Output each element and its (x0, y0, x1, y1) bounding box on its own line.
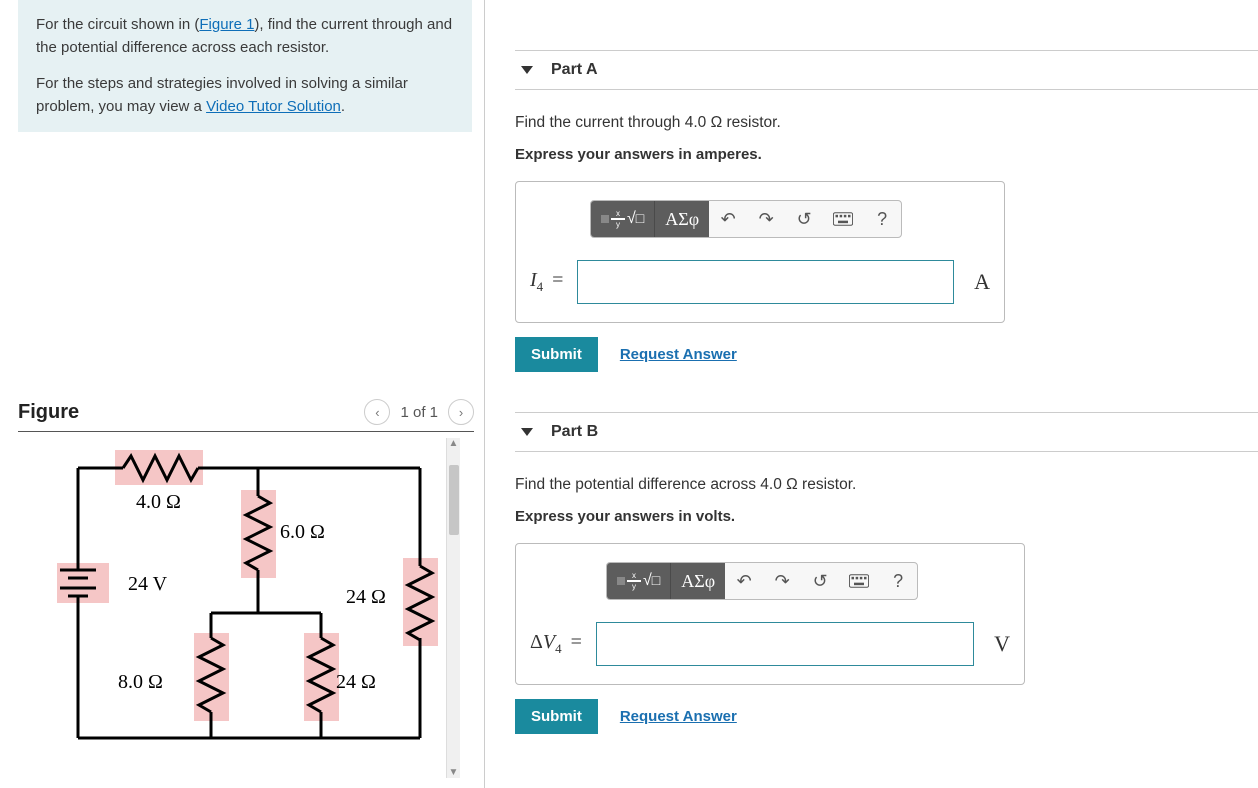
label-r24a: 24 Ω (346, 586, 386, 608)
label-r24b: 24 Ω (336, 671, 376, 693)
scroll-up-icon[interactable]: ▲ (449, 438, 459, 449)
figure-scrollbar[interactable]: ▲ ▼ (446, 438, 460, 778)
label-r8: 8.0 Ω (118, 671, 163, 693)
redo-button[interactable]: ↷ (763, 563, 801, 599)
figure-link[interactable]: Figure 1 (199, 16, 254, 33)
unit-label: V (994, 631, 1010, 657)
label-r4: 4.0 Ω (136, 491, 181, 513)
unit-label: A (974, 269, 990, 295)
part-b-submit-button[interactable]: Submit (515, 699, 598, 734)
help-button[interactable]: ? (863, 201, 901, 237)
part-a-instructions: Express your answers in amperes. (515, 146, 1258, 163)
part-a-answer-box: xy□ ΑΣφ ↶ ↷ ↺ ? I4 = A (515, 181, 1005, 323)
undo-button[interactable]: ↶ (709, 201, 747, 237)
template-fraction-button[interactable]: xy□ (591, 201, 655, 237)
part-a-request-answer-link[interactable]: Request Answer (620, 346, 737, 363)
caret-down-icon (521, 428, 533, 436)
figure-section: Figure ‹ 1 of 1 › (18, 391, 474, 778)
intro-text: For the circuit shown in ( (36, 16, 199, 33)
pager-label: 1 of 1 (400, 404, 438, 421)
keyboard-button[interactable] (823, 201, 863, 237)
reset-button[interactable]: ↺ (785, 201, 823, 237)
part-b-prompt: Find the potential difference across 4.0… (515, 476, 1258, 494)
part-a-prompt: Find the current through 4.0 Ω resistor. (515, 114, 1258, 132)
variable-label: I4 = (530, 269, 567, 295)
part-b-block: Part B Find the potential difference acr… (515, 412, 1258, 734)
scroll-down-icon[interactable]: ▼ (449, 767, 459, 778)
variable-label: ΔV4 = (530, 631, 586, 657)
part-b-request-answer-link[interactable]: Request Answer (620, 708, 737, 725)
label-r6: 6.0 Ω (280, 521, 325, 543)
intro-text: . (341, 98, 345, 115)
help-button[interactable]: ? (879, 563, 917, 599)
keyboard-button[interactable] (839, 563, 879, 599)
figure-title: Figure (18, 401, 79, 424)
next-figure-button[interactable]: › (448, 399, 474, 425)
part-a-submit-button[interactable]: Submit (515, 337, 598, 372)
figure-pager: ‹ 1 of 1 › (364, 399, 474, 425)
equation-toolbar: xy□ ΑΣφ ↶ ↷ ↺ ? (606, 562, 918, 600)
greek-symbols-button[interactable]: ΑΣφ (671, 563, 725, 599)
part-b-answer-box: xy□ ΑΣφ ↶ ↷ ↺ ? ΔV4 = V (515, 543, 1025, 685)
part-a-block: Part A Find the current through 4.0 Ω re… (515, 50, 1258, 372)
part-a-title: Part A (551, 61, 598, 79)
part-b-title: Part B (551, 423, 598, 441)
greek-symbols-button[interactable]: ΑΣφ (655, 201, 709, 237)
circuit-diagram: 4.0 Ω 6.0 Ω 24 V 24 Ω 8.0 Ω 24 Ω (18, 438, 448, 758)
caret-down-icon (521, 66, 533, 74)
label-v24: 24 V (128, 573, 168, 595)
part-b-answer-input[interactable] (596, 622, 974, 666)
template-fraction-button[interactable]: xy□ (607, 563, 671, 599)
undo-button[interactable]: ↶ (725, 563, 763, 599)
part-b-instructions: Express your answers in volts. (515, 508, 1258, 525)
scroll-thumb[interactable] (449, 465, 459, 535)
right-panel: Part A Find the current through 4.0 Ω re… (485, 0, 1258, 788)
equation-toolbar: xy□ ΑΣφ ↶ ↷ ↺ ? (590, 200, 902, 238)
problem-intro: For the circuit shown in (Figure 1), fin… (18, 0, 472, 132)
prev-figure-button[interactable]: ‹ (364, 399, 390, 425)
part-a-header[interactable]: Part A (515, 50, 1258, 90)
left-panel: For the circuit shown in (Figure 1), fin… (0, 0, 485, 788)
part-b-header[interactable]: Part B (515, 412, 1258, 452)
part-a-answer-input[interactable] (577, 260, 954, 304)
figure-viewport: 4.0 Ω 6.0 Ω 24 V 24 Ω 8.0 Ω 24 Ω ▲ ▼ (18, 438, 474, 778)
redo-button[interactable]: ↷ (747, 201, 785, 237)
video-tutor-link[interactable]: Video Tutor Solution (206, 98, 341, 115)
reset-button[interactable]: ↺ (801, 563, 839, 599)
